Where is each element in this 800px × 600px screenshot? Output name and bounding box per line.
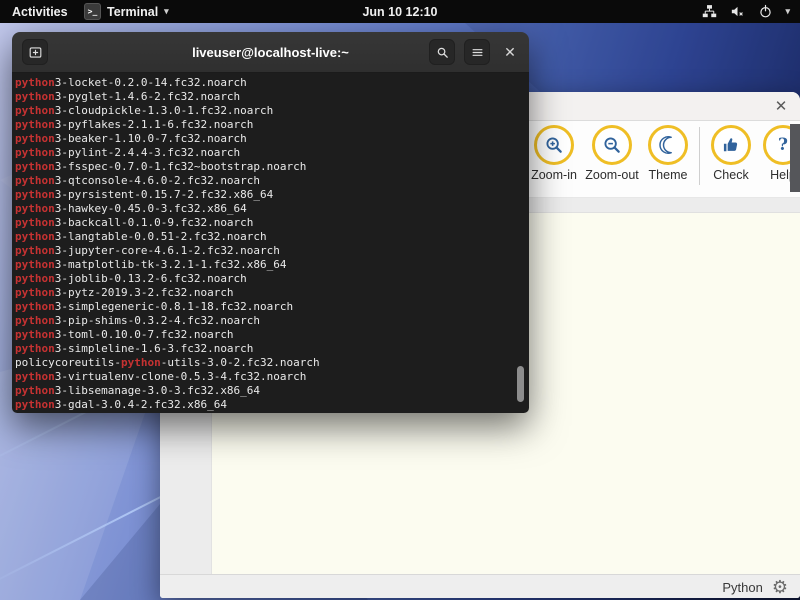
chevron-down-icon: ▾ (785, 6, 790, 17)
theme-button[interactable]: Theme (642, 125, 694, 182)
package-line: python3-simplegeneric-0.8.1-18.fc32.noar… (15, 300, 529, 314)
close-icon[interactable]: ✕ (771, 96, 791, 116)
scrollbar-thumb[interactable] (517, 366, 524, 402)
tool-label: Zoom-in (531, 168, 577, 182)
tool-label: Check (713, 168, 748, 182)
package-line: python3-pyrsistent-0.15.7-2.fc32.x86_64 (15, 188, 529, 202)
zoom-in-button[interactable]: Zoom-in (526, 125, 582, 182)
terminal-app-icon: >_ (84, 3, 101, 20)
volume-muted-icon (729, 3, 746, 20)
zoom-in-icon (534, 125, 574, 165)
power-icon (757, 3, 774, 20)
package-line: python3-joblib-0.13.2-6.fc32.noarch (15, 272, 529, 286)
package-line: python3-pyflakes-2.1.1-6.fc32.noarch (15, 118, 529, 132)
mu-status-bar: Python ⚙ (160, 574, 800, 598)
check-button[interactable]: Check (705, 125, 757, 182)
package-line: python3-cloudpickle-1.3.0-1.fc32.noarch (15, 104, 529, 118)
zoom-out-button[interactable]: Zoom-out (582, 125, 642, 182)
package-line: python3-toml-0.10.0-7.fc32.noarch (15, 328, 529, 342)
language-mode-label[interactable]: Python (722, 580, 762, 595)
new-tab-icon (27, 44, 44, 61)
package-line: python3-backcall-0.1.0-9.fc32.noarch (15, 216, 529, 230)
search-button[interactable] (429, 39, 455, 65)
hamburger-menu-icon (470, 45, 485, 60)
chevron-down-icon: ▾ (164, 6, 169, 17)
package-line: policycoreutils-python-utils-3.0-2.fc32.… (15, 356, 529, 370)
gear-icon[interactable]: ⚙ (772, 579, 788, 597)
gnome-top-bar: Activities >_ Terminal ▾ Jun 10 12:10 ▾ (0, 0, 800, 23)
package-line: python3-jupyter-core-4.6.1-2.fc32.noarch (15, 244, 529, 258)
activities-button[interactable]: Activities (0, 0, 80, 23)
app-menu-label: Terminal (107, 5, 158, 19)
package-line: python3-hawkey-0.45.0-3.fc32.x86_64 (15, 202, 529, 216)
menu-button[interactable] (464, 39, 490, 65)
close-icon[interactable]: ✕ (499, 41, 521, 63)
terminal-output[interactable]: python3-locket-0.2.0-14.fc32.noarchpytho… (12, 73, 529, 413)
package-line: python3-libsemanage-3.0-3.fc32.x86_64 (15, 384, 529, 398)
package-line: python3-matplotlib-tk-3.2.1-1.fc32.x86_6… (15, 258, 529, 272)
package-line: python3-fsspec-0.7.0-1.fc32~bootstrap.no… (15, 160, 529, 174)
tool-label: Zoom-out (585, 168, 639, 182)
package-line: python3-beaker-1.10.0-7.fc32.noarch (15, 132, 529, 146)
thumbs-up-icon (711, 125, 751, 165)
search-icon (435, 45, 450, 60)
package-line: python3-locket-0.2.0-14.fc32.noarch (15, 76, 529, 90)
terminal-titlebar[interactable]: liveuser@localhost-live:~ ✕ (12, 32, 529, 73)
tool-label: Theme (649, 168, 688, 182)
network-wired-icon (701, 3, 718, 20)
package-line: python3-virtualenv-clone-0.5.3-4.fc32.no… (15, 370, 529, 384)
package-line: python3-langtable-0.0.51-2.fc32.noarch (15, 230, 529, 244)
package-line: python3-pip-shims-0.3.2-4.fc32.noarch (15, 314, 529, 328)
package-line: python3-pylint-2.4.4-3.fc32.noarch (15, 146, 529, 160)
package-line: python3-gdal-3.0.4-2.fc32.x86_64 (15, 398, 529, 412)
package-line: python3-qtconsole-4.6.0-2.fc32.noarch (15, 174, 529, 188)
toolbar-separator (699, 127, 700, 185)
system-tray[interactable]: ▾ (701, 0, 794, 23)
new-tab-button[interactable] (22, 39, 48, 65)
package-line: python3-pyglet-1.4.6-2.fc32.noarch (15, 90, 529, 104)
terminal-window: liveuser@localhost-live:~ ✕ python3-lock… (12, 32, 529, 413)
app-menu-terminal[interactable]: >_ Terminal ▾ (84, 0, 169, 23)
theme-moon-icon (648, 125, 688, 165)
toolbar-extension-button[interactable] (790, 124, 800, 192)
zoom-out-icon (592, 125, 632, 165)
package-line: python3-simpleline-1.6-3.fc32.noarch (15, 342, 529, 356)
package-line: python3-pytz-2019.3-2.fc32.noarch (15, 286, 529, 300)
